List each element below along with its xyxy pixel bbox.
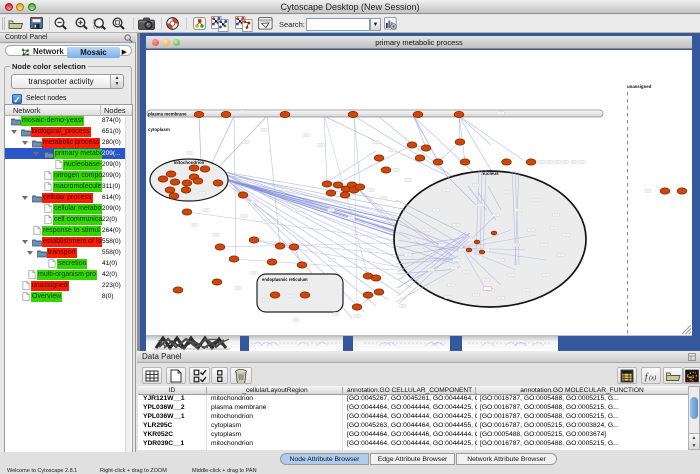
svg-text:endoplasmic reticulum: endoplasmic reticulum bbox=[262, 277, 308, 282]
svg-text:nucleus: nucleus bbox=[481, 171, 499, 176]
svg-text:(x): (x) bbox=[649, 374, 656, 381]
svg-text:cytoplasm: cytoplasm bbox=[148, 127, 170, 132]
svg-text:mitochondrion: mitochondrion bbox=[174, 160, 205, 165]
svg-text:unassigned: unassigned bbox=[627, 84, 652, 89]
svg-text:plasma membrane: plasma membrane bbox=[148, 112, 187, 117]
